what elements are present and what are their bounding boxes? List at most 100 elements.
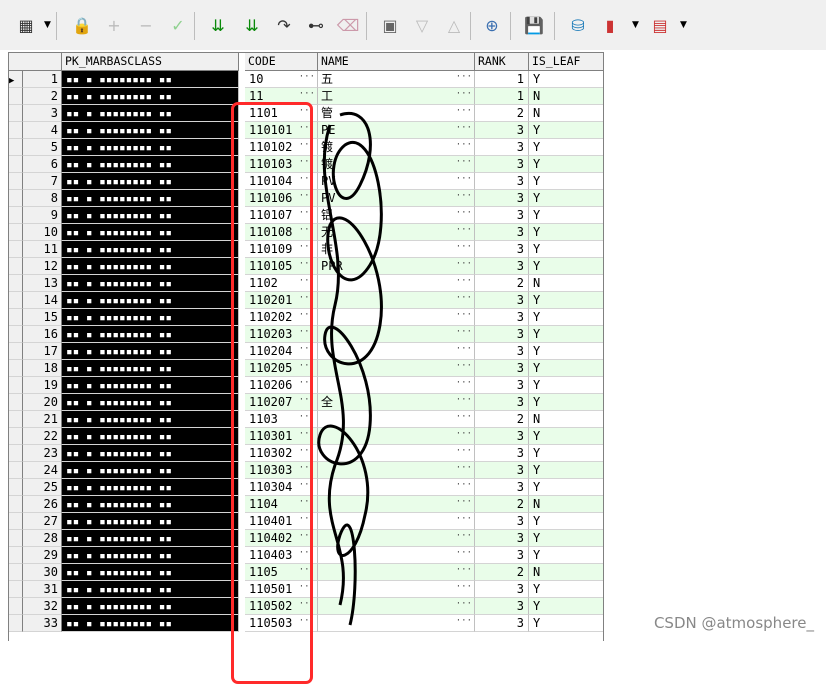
cell-editor-button[interactable]: ··· xyxy=(456,139,472,154)
rank-cell[interactable]: 3 xyxy=(475,122,529,139)
rank-cell[interactable]: 3 xyxy=(475,207,529,224)
cell-editor-button[interactable]: ··· xyxy=(299,530,315,545)
table-row[interactable]: 27 ▪▪ ▪ ▪▪▪▪▪▪▪▪ ▪▪ 110401 ··· ··· 3 Y xyxy=(9,513,603,530)
name-cell[interactable]: ··· xyxy=(318,326,475,343)
cell-editor-button[interactable]: ··· xyxy=(299,360,315,375)
table-row[interactable]: 21 ▪▪ ▪ ▪▪▪▪▪▪▪▪ ▪▪ 1103 ··· ··· 2 N xyxy=(9,411,603,428)
cell-editor-button[interactable]: ··· xyxy=(299,241,315,256)
col-header-code[interactable]: CODE xyxy=(245,53,318,70)
table-row[interactable]: 18 ▪▪ ▪ ▪▪▪▪▪▪▪▪ ▪▪ 110205 ··· ··· 3 Y xyxy=(9,360,603,377)
name-cell[interactable]: 工 ··· xyxy=(318,88,475,105)
is-leaf-cell[interactable]: Y xyxy=(529,547,603,564)
rank-cell[interactable]: 3 xyxy=(475,258,529,275)
col-header-name[interactable]: NAME xyxy=(318,53,475,70)
query-button[interactable]: ⊕ xyxy=(480,14,504,38)
cell-editor-button[interactable]: ··· xyxy=(299,394,315,409)
table-row[interactable]: 7 ▪▪ ▪ ▪▪▪▪▪▪▪▪ ▪▪ 110104 ··· PV ··· 3 Y xyxy=(9,173,603,190)
name-cell[interactable]: ··· xyxy=(318,411,475,428)
table-row[interactable]: 30 ▪▪ ▪ ▪▪▪▪▪▪▪▪ ▪▪ 1105 ··· ··· 2 N xyxy=(9,564,603,581)
cell-editor-button[interactable]: ··· xyxy=(456,224,472,239)
table-row[interactable]: 9 ▪▪ ▪ ▪▪▪▪▪▪▪▪ ▪▪ 110107 ··· 铝 ··· 3 Y xyxy=(9,207,603,224)
code-cell[interactable]: 110108 ··· xyxy=(245,224,318,241)
is-leaf-cell[interactable]: Y xyxy=(529,513,603,530)
cell-editor-button[interactable]: ··· xyxy=(456,343,472,358)
code-cell[interactable]: 110205 ··· xyxy=(245,360,318,377)
name-cell[interactable]: ··· xyxy=(318,377,475,394)
code-cell[interactable]: 110402 ··· xyxy=(245,530,318,547)
rank-cell[interactable]: 3 xyxy=(475,224,529,241)
minus-button[interactable]: − xyxy=(134,14,158,38)
rank-cell[interactable]: 3 xyxy=(475,309,529,326)
cell-editor-button[interactable]: ··· xyxy=(456,88,472,103)
name-cell[interactable]: ··· xyxy=(318,564,475,581)
table-row[interactable]: 32 ▪▪ ▪ ▪▪▪▪▪▪▪▪ ▪▪ 110502 ··· ··· 3 Y xyxy=(9,598,603,615)
name-cell[interactable]: ··· xyxy=(318,343,475,360)
cell-editor-button[interactable]: ··· xyxy=(456,581,472,596)
name-cell[interactable]: ··· xyxy=(318,479,475,496)
cell-editor-button[interactable]: ··· xyxy=(299,598,315,613)
cell-editor-button[interactable]: ··· xyxy=(299,445,315,460)
clear-button[interactable]: ▣ xyxy=(378,14,402,38)
code-cell[interactable]: 1101 ··· xyxy=(245,105,318,122)
rank-cell[interactable]: 3 xyxy=(475,360,529,377)
cell-editor-button[interactable]: ··· xyxy=(299,173,315,188)
cell-editor-button[interactable]: ··· xyxy=(299,496,315,511)
is-leaf-cell[interactable]: Y xyxy=(529,394,603,411)
cell-editor-button[interactable]: ··· xyxy=(456,462,472,477)
cell-editor-button[interactable]: ··· xyxy=(456,564,472,579)
rank-cell[interactable]: 3 xyxy=(475,173,529,190)
name-cell[interactable]: ··· xyxy=(318,496,475,513)
table-row[interactable]: 20 ▪▪ ▪ ▪▪▪▪▪▪▪▪ ▪▪ 110207 ··· 全 ··· 3 Y xyxy=(9,394,603,411)
check-button[interactable]: ✓ xyxy=(166,14,190,38)
code-cell[interactable]: 110105 ··· xyxy=(245,258,318,275)
cell-editor-button[interactable]: ··· xyxy=(456,479,472,494)
code-cell[interactable]: 110206 ··· xyxy=(245,377,318,394)
table-row[interactable]: 8 ▪▪ ▪ ▪▪▪▪▪▪▪▪ ▪▪ 110106 ··· PV ··· 3 Y xyxy=(9,190,603,207)
name-cell[interactable]: ··· xyxy=(318,530,475,547)
is-leaf-cell[interactable]: Y xyxy=(529,71,603,88)
rank-cell[interactable]: 2 xyxy=(475,564,529,581)
rank-cell[interactable]: 1 xyxy=(475,71,529,88)
name-cell[interactable]: 全 ··· xyxy=(318,394,475,411)
cell-editor-button[interactable]: ··· xyxy=(299,513,315,528)
rank-cell[interactable]: 2 xyxy=(475,496,529,513)
is-leaf-cell[interactable]: Y xyxy=(529,241,603,258)
cell-editor-button[interactable]: ··· xyxy=(456,173,472,188)
name-cell[interactable]: PPR ··· xyxy=(318,258,475,275)
cell-editor-button[interactable]: ··· xyxy=(456,156,472,171)
cell-editor-button[interactable]: ··· xyxy=(299,326,315,341)
code-cell[interactable]: 110201 ··· xyxy=(245,292,318,309)
cell-editor-button[interactable]: ··· xyxy=(456,258,472,273)
is-leaf-cell[interactable]: Y xyxy=(529,581,603,598)
cell-editor-button[interactable]: ··· xyxy=(299,275,315,290)
name-cell[interactable]: ··· xyxy=(318,615,475,632)
table-row[interactable]: 22 ▪▪ ▪ ▪▪▪▪▪▪▪▪ ▪▪ 110301 ··· ··· 3 Y xyxy=(9,428,603,445)
rank-cell[interactable]: 3 xyxy=(475,598,529,615)
dropdown-arrow-icon[interactable]: ▼ xyxy=(44,20,51,30)
cell-editor-button[interactable]: ··· xyxy=(299,71,315,86)
is-leaf-cell[interactable]: Y xyxy=(529,598,603,615)
code-cell[interactable]: 110204 ··· xyxy=(245,343,318,360)
rank-cell[interactable]: 3 xyxy=(475,343,529,360)
is-leaf-cell[interactable]: Y xyxy=(529,224,603,241)
table-row[interactable]: 11 ▪▪ ▪ ▪▪▪▪▪▪▪▪ ▪▪ 110109 ··· 非 ··· 3 Y xyxy=(9,241,603,258)
cell-editor-button[interactable]: ··· xyxy=(299,156,315,171)
eraser-button[interactable]: ⌫ xyxy=(336,14,360,38)
cell-editor-button[interactable]: ··· xyxy=(456,105,472,120)
code-cell[interactable]: 110401 ··· xyxy=(245,513,318,530)
is-leaf-cell[interactable]: Y xyxy=(529,122,603,139)
code-cell[interactable]: 1102 ··· xyxy=(245,275,318,292)
cell-editor-button[interactable]: ··· xyxy=(299,343,315,358)
code-cell[interactable]: 1104 ··· xyxy=(245,496,318,513)
cell-editor-button[interactable]: ··· xyxy=(299,190,315,205)
cell-editor-button[interactable]: ··· xyxy=(456,71,472,86)
is-leaf-cell[interactable]: Y xyxy=(529,615,603,632)
cell-editor-button[interactable]: ··· xyxy=(456,377,472,392)
rank-cell[interactable]: 3 xyxy=(475,156,529,173)
rank-cell[interactable]: 3 xyxy=(475,428,529,445)
cell-editor-button[interactable]: ··· xyxy=(299,122,315,137)
name-cell[interactable]: 无 ··· xyxy=(318,224,475,241)
save-button[interactable]: 💾 xyxy=(522,14,546,38)
code-cell[interactable]: 110103 ··· xyxy=(245,156,318,173)
name-cell[interactable]: 镀 ··· xyxy=(318,156,475,173)
